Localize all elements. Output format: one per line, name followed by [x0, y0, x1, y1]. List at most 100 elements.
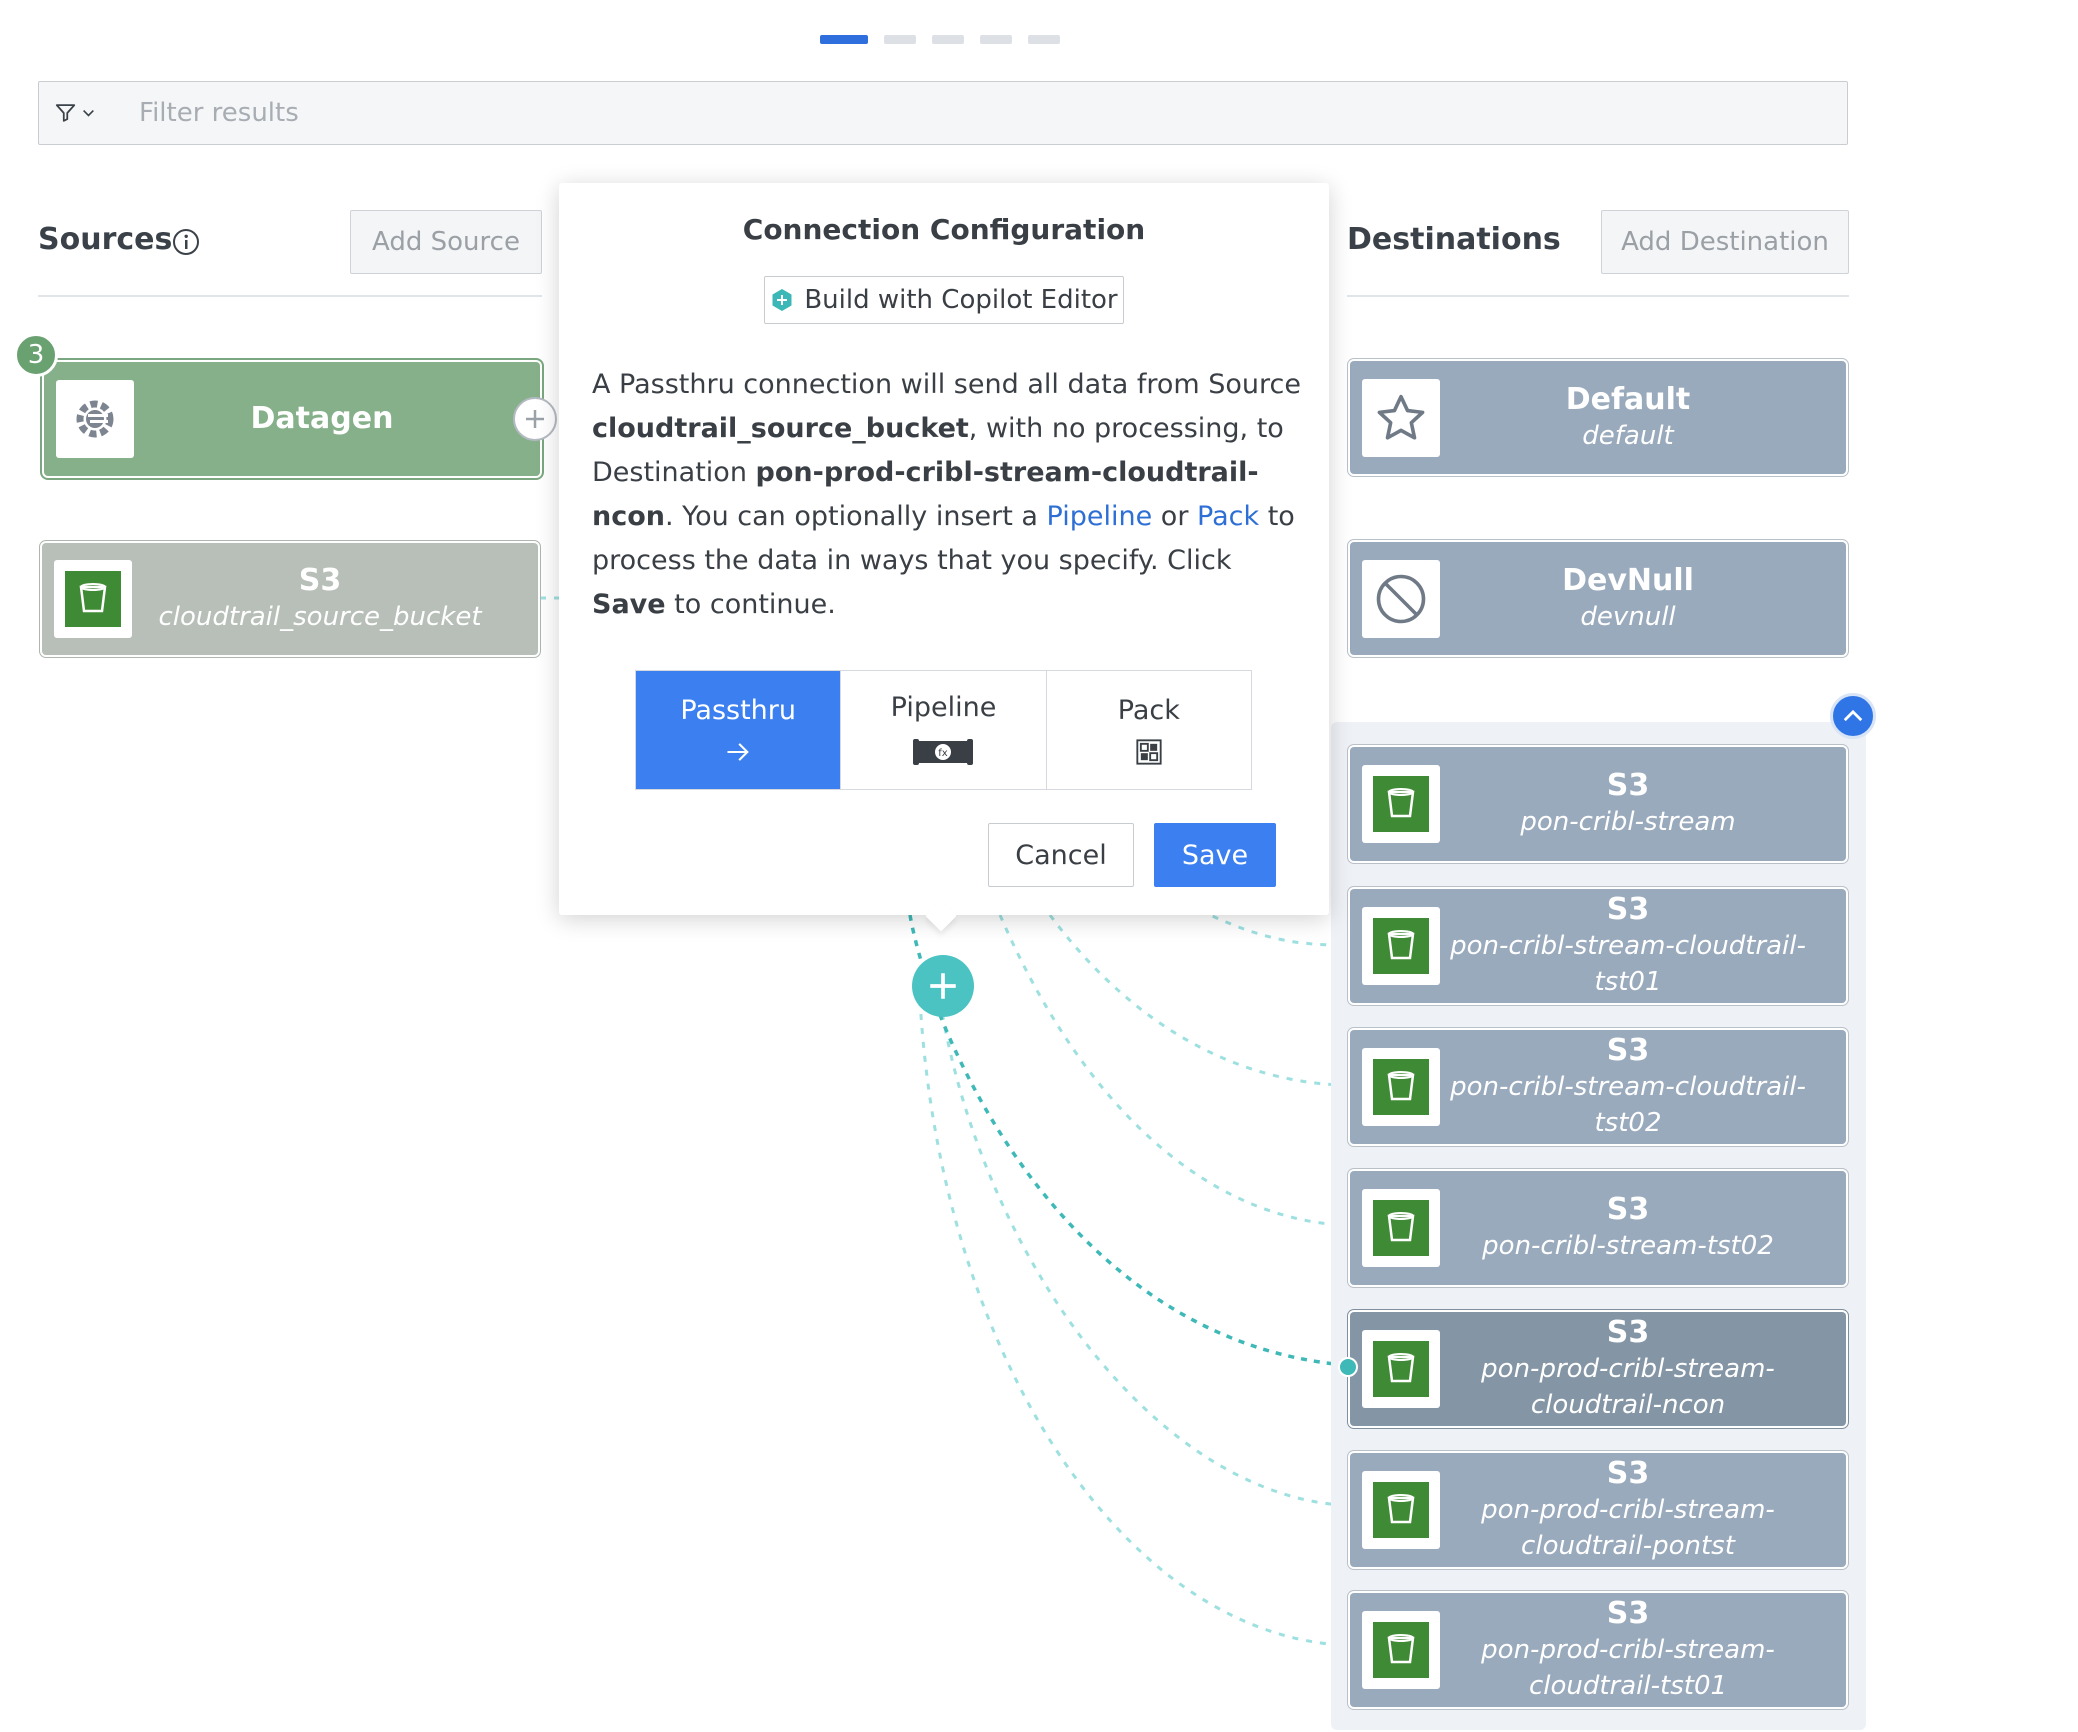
s3-tile: [1362, 1048, 1440, 1126]
s3-tile: [1362, 1611, 1440, 1689]
s3-bucket-icon: [1373, 776, 1429, 832]
destinations-divider: [1347, 295, 1849, 297]
source-type: Datagen: [250, 401, 394, 436]
datagen-tile: [56, 380, 134, 458]
s3-tile: [1362, 1330, 1440, 1408]
option-label: Pipeline: [890, 691, 997, 723]
destination-name: pon-cribl-stream: [1520, 807, 1736, 837]
filter-input[interactable]: Filter results: [139, 98, 299, 128]
info-icon[interactable]: [172, 228, 200, 256]
pipeline-icon: fx: [913, 738, 974, 765]
source-card-datagen[interactable]: Datagen: [44, 362, 540, 476]
pager-dot-1[interactable]: [820, 35, 868, 44]
destination-type: S3: [1606, 1456, 1650, 1491]
s3-bucket-icon: [1373, 1482, 1429, 1538]
chevron-down-icon: [83, 109, 94, 117]
add-destination-button[interactable]: Add Destination: [1601, 210, 1849, 274]
destination-name: pon-cribl-stream-cloudtrail-tst02: [1450, 1072, 1806, 1138]
destination-card-s3[interactable]: S3 pon-cribl-stream-cloudtrail-tst01: [1350, 889, 1846, 1003]
destination-card-s3[interactable]: S3 pon-cribl-stream-cloudtrail-tst02: [1350, 1030, 1846, 1144]
destination-type: S3: [1606, 1596, 1650, 1631]
s3-bucket-icon: [1373, 918, 1429, 974]
destination-card-s3[interactable]: S3 pon-cribl-stream-tst02: [1350, 1171, 1846, 1285]
pack-link[interactable]: Pack: [1197, 501, 1259, 532]
prohibited-icon: [1376, 574, 1426, 623]
save-word: Save: [592, 589, 666, 620]
destination-card-devnull[interactable]: DevNull devnull: [1350, 542, 1846, 655]
s3-bucket-icon: [65, 571, 121, 627]
source-name: cloudtrail_source_bucket: [158, 602, 482, 632]
filter-icon: [55, 104, 76, 122]
collapse-group-button[interactable]: [1830, 693, 1876, 739]
sources-title: Sources: [38, 222, 173, 257]
connection-configuration-dialog: Connection Configuration Build with Copi…: [559, 183, 1329, 915]
copilot-editor-button[interactable]: Build with Copilot Editor: [764, 276, 1124, 324]
destination-name: default: [1582, 420, 1674, 451]
s3-tile: [54, 560, 132, 638]
destination-name: pon-cribl-stream-tst02: [1482, 1231, 1774, 1261]
destination-name: devnull: [1580, 601, 1676, 632]
s3-tile: [1362, 907, 1440, 985]
option-label: Passthru: [680, 694, 796, 726]
destination-card-s3[interactable]: S3 pon-cribl-stream: [1350, 747, 1846, 861]
option-passthru[interactable]: Passthru: [636, 671, 842, 789]
destination-type: Default: [1565, 381, 1691, 417]
devnull-tile: [1362, 559, 1440, 638]
s3-bucket-icon: [1373, 1341, 1429, 1397]
pager-dot-4[interactable]: [980, 35, 1012, 44]
svg-text:fx: fx: [939, 748, 949, 759]
destination-name: pon-prod-cribl-stream-cloudtrail-pontst: [1481, 1495, 1775, 1561]
destination-card-s3[interactable]: S3 pon-prod-cribl-stream-cloudtrail-tst01: [1350, 1593, 1846, 1707]
source-card-s3[interactable]: S3 cloudtrail_source_bucket: [42, 543, 538, 655]
gear-icon: [76, 400, 114, 438]
destination-type: S3: [1606, 1192, 1650, 1227]
copilot-editor-label: Build with Copilot Editor: [804, 285, 1118, 315]
source-name: cloudtrail_source_bucket: [592, 413, 969, 444]
destinations-title: Destinations: [1347, 222, 1561, 257]
connection-endpoint: [1338, 1357, 1358, 1377]
destination-type: S3: [1606, 1033, 1650, 1068]
pager-dot-2[interactable]: [884, 35, 916, 44]
s3-tile: [1362, 1189, 1440, 1267]
option-pack[interactable]: Pack: [1047, 671, 1251, 789]
s3-bucket-icon: [1373, 1200, 1429, 1256]
option-label: Pack: [1117, 694, 1180, 726]
source-count-badge: 3: [14, 333, 58, 377]
chevron-up-icon: [1843, 709, 1863, 722]
destination-name: pon-cribl-stream-cloudtrail-tst01: [1450, 931, 1806, 997]
s3-bucket-icon: [1373, 1622, 1429, 1678]
option-pipeline[interactable]: Pipeline fx: [841, 671, 1047, 789]
dialog-title: Connection Configuration: [742, 213, 1146, 246]
cancel-button[interactable]: Cancel: [988, 823, 1134, 887]
pager: [820, 35, 1060, 45]
destination-type: S3: [1606, 892, 1650, 927]
pager-dot-5[interactable]: [1028, 35, 1060, 44]
add-connection-icon[interactable]: [513, 397, 557, 441]
pipeline-link[interactable]: Pipeline: [1047, 501, 1153, 532]
destination-name: pon-prod-cribl-stream-cloudtrail-tst01: [1481, 1635, 1775, 1701]
filter-dropdown[interactable]: [55, 100, 95, 126]
dialog-description: A Passthru connection will send all data…: [592, 369, 1302, 620]
destination-card-s3-selected[interactable]: S3 pon-prod-cribl-stream-cloudtrail-ncon: [1350, 1312, 1846, 1426]
save-button[interactable]: Save: [1154, 823, 1276, 887]
add-connection-button[interactable]: [912, 955, 974, 1017]
s3-bucket-icon: [1373, 1059, 1429, 1115]
pack-icon: [1136, 738, 1162, 765]
destination-type: DevNull: [1562, 562, 1694, 598]
default-tile: [1362, 378, 1440, 457]
s3-tile: [1362, 1471, 1440, 1549]
arrow-right-icon: [727, 742, 749, 761]
star-icon: [1377, 394, 1425, 440]
add-source-button[interactable]: Add Source: [350, 210, 542, 274]
filter-bar[interactable]: Filter results: [38, 81, 1848, 145]
pager-dot-3[interactable]: [932, 35, 964, 44]
s3-tile: [1362, 765, 1440, 843]
destination-type: S3: [1606, 1315, 1650, 1350]
plus-icon: [930, 973, 956, 999]
destination-name: pon-prod-cribl-stream-cloudtrail-ncon: [1481, 1354, 1775, 1420]
copilot-icon: [772, 289, 792, 311]
source-type: S3: [298, 563, 342, 598]
destination-card-default[interactable]: Default default: [1350, 361, 1846, 474]
sources-divider: [38, 295, 542, 297]
destination-card-s3[interactable]: S3 pon-prod-cribl-stream-cloudtrail-ponts…: [1350, 1453, 1846, 1567]
